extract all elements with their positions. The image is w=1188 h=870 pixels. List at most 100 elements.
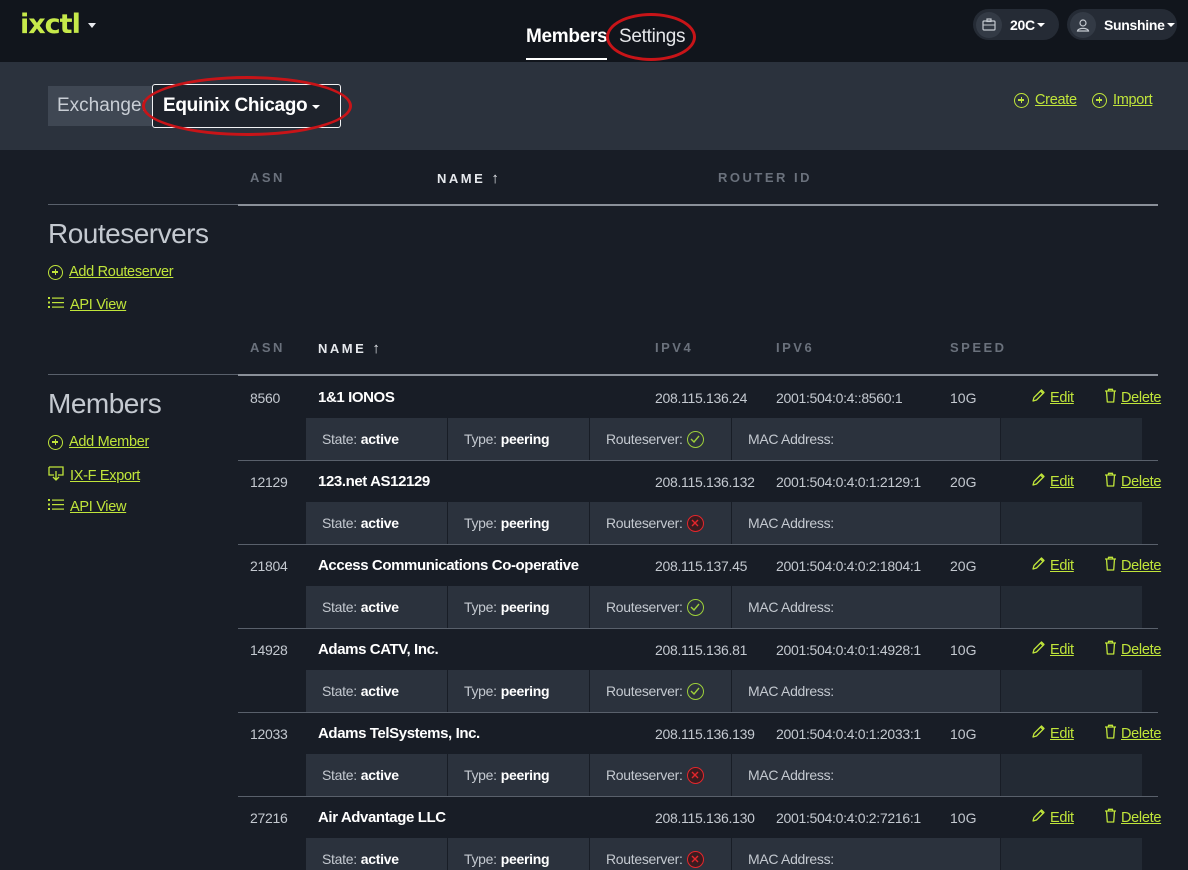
user-dropdown[interactable]: Sunshine <box>1067 9 1177 40</box>
chevron-down-icon <box>1166 22 1175 27</box>
divider <box>238 204 1158 206</box>
import-link[interactable]: Import <box>1113 92 1153 108</box>
member-details: State: active Type: peering Routeserver:… <box>306 754 1158 796</box>
member-ipv6: 2001:504:0:4:0:2:1804:1 <box>776 558 921 574</box>
ixf-export-button[interactable]: IX-F Export <box>48 466 140 485</box>
col-ipv4[interactable]: IPV4 <box>655 340 693 355</box>
delete-link[interactable]: Delete <box>1121 726 1161 742</box>
edit-button[interactable]: Edit <box>1031 472 1074 491</box>
create-link[interactable]: Create <box>1035 92 1077 108</box>
rs-col-asn[interactable]: ASN <box>250 170 285 185</box>
edit-link[interactable]: Edit <box>1050 810 1074 826</box>
col-asn[interactable]: ASN <box>250 340 285 355</box>
edit-link[interactable]: Edit <box>1050 474 1074 490</box>
delete-link[interactable]: Delete <box>1121 642 1161 658</box>
member-details: State: active Type: peering Routeserver:… <box>306 838 1158 870</box>
delete-button[interactable]: Delete <box>1104 472 1161 491</box>
mac-cell: MAC Address: <box>732 754 1000 796</box>
delete-link[interactable]: Delete <box>1121 810 1161 826</box>
pencil-icon <box>1031 640 1046 659</box>
state-value: active <box>360 431 399 447</box>
state-cell: State: active <box>306 670 447 712</box>
state-cell: State: active <box>306 754 447 796</box>
add-routeserver-link[interactable]: Add Routeserver <box>69 264 174 280</box>
routeserver-cell: Routeserver: <box>590 418 731 460</box>
add-member-button[interactable]: Add Member <box>48 434 149 450</box>
check-circle-icon <box>686 682 704 700</box>
state-label: State: <box>322 683 357 699</box>
divider <box>48 374 238 375</box>
delete-button[interactable]: Delete <box>1104 388 1161 407</box>
plus-circle-icon <box>1014 92 1029 108</box>
edit-button[interactable]: Edit <box>1031 388 1074 407</box>
delete-link[interactable]: Delete <box>1121 390 1161 406</box>
chevron-down-icon <box>1036 22 1045 27</box>
delete-button[interactable]: Delete <box>1104 640 1161 659</box>
type-value: peering <box>500 515 550 531</box>
add-routeserver-button[interactable]: Add Routeserver <box>48 264 174 280</box>
check-circle-icon <box>686 430 704 448</box>
edit-button[interactable]: Edit <box>1031 724 1074 743</box>
member-row: 8560 1&1 IONOS 208.115.136.24 2001:504:0… <box>238 376 1161 461</box>
member-ipv6: 2001:504:0:4:0:1:4928:1 <box>776 642 921 658</box>
edit-link[interactable]: Edit <box>1050 390 1074 406</box>
mac-cell: MAC Address: <box>732 502 1000 544</box>
tab-members[interactable]: Members <box>526 26 608 60</box>
add-member-link[interactable]: Add Member <box>69 434 149 450</box>
edit-link[interactable]: Edit <box>1050 558 1074 574</box>
empty-cell <box>1001 502 1142 544</box>
pencil-icon <box>1031 556 1046 575</box>
app-logo[interactable]: ixctl <box>20 8 96 40</box>
logo-text: ixctl <box>20 8 81 40</box>
rs-api-view-link[interactable]: API View <box>70 297 126 313</box>
col-name[interactable]: NAME ↑ <box>318 340 380 357</box>
member-speed: 10G <box>950 390 977 406</box>
edit-link[interactable]: Edit <box>1050 726 1074 742</box>
mac-label: MAC Address: <box>748 767 834 783</box>
rs-api-view-button[interactable]: API View <box>48 296 126 313</box>
mac-label: MAC Address: <box>748 599 834 615</box>
delete-link[interactable]: Delete <box>1121 474 1161 490</box>
state-cell: State: active <box>306 838 447 870</box>
member-name: Adams CATV, Inc. <box>318 641 439 658</box>
rs-col-router-id[interactable]: ROUTER ID <box>718 170 812 185</box>
members-api-view-button[interactable]: API View <box>48 498 126 515</box>
col-ipv6[interactable]: IPV6 <box>776 340 814 355</box>
routeserver-label: Routeserver: <box>606 683 683 699</box>
member-asn: 8560 <box>250 390 280 406</box>
members-api-view-link[interactable]: API View <box>70 499 126 515</box>
state-cell: State: active <box>306 418 447 460</box>
sort-ascending-icon: ↑ <box>372 340 380 357</box>
edit-button[interactable]: Edit <box>1031 808 1074 827</box>
chevron-down-icon <box>87 23 96 28</box>
import-button[interactable]: Import <box>1092 92 1153 108</box>
edit-link[interactable]: Edit <box>1050 642 1074 658</box>
edit-button[interactable]: Edit <box>1031 640 1074 659</box>
delete-button[interactable]: Delete <box>1104 808 1161 827</box>
list-icon <box>48 498 64 515</box>
org-label: 20C <box>1010 16 1035 33</box>
routeserver-label: Routeserver: <box>606 431 683 447</box>
delete-link[interactable]: Delete <box>1121 558 1161 574</box>
type-label: Type: <box>464 515 497 531</box>
col-speed[interactable]: SPEED <box>950 340 1007 355</box>
routeserver-label: Routeserver: <box>606 851 683 867</box>
member-speed: 20G <box>950 558 977 574</box>
list-icon <box>48 296 64 313</box>
org-dropdown[interactable]: 20C <box>973 9 1059 40</box>
mac-cell: MAC Address: <box>732 838 1000 870</box>
member-details: State: active Type: peering Routeserver:… <box>306 670 1158 712</box>
member-row-main: 12129 123.net AS12129 208.115.136.132 20… <box>238 460 1161 502</box>
trash-icon <box>1104 724 1117 743</box>
member-ipv6: 2001:504:0:4:0:2:7216:1 <box>776 810 921 826</box>
type-value: peering <box>500 431 550 447</box>
ixf-export-link[interactable]: IX-F Export <box>70 468 140 484</box>
state-label: State: <box>322 515 357 531</box>
state-value: active <box>360 515 399 531</box>
rs-col-name[interactable]: NAME ↑ <box>437 170 499 187</box>
delete-button[interactable]: Delete <box>1104 556 1161 575</box>
create-button[interactable]: Create <box>1014 92 1077 108</box>
delete-button[interactable]: Delete <box>1104 724 1161 743</box>
edit-button[interactable]: Edit <box>1031 556 1074 575</box>
type-cell: Type: peering <box>448 418 589 460</box>
